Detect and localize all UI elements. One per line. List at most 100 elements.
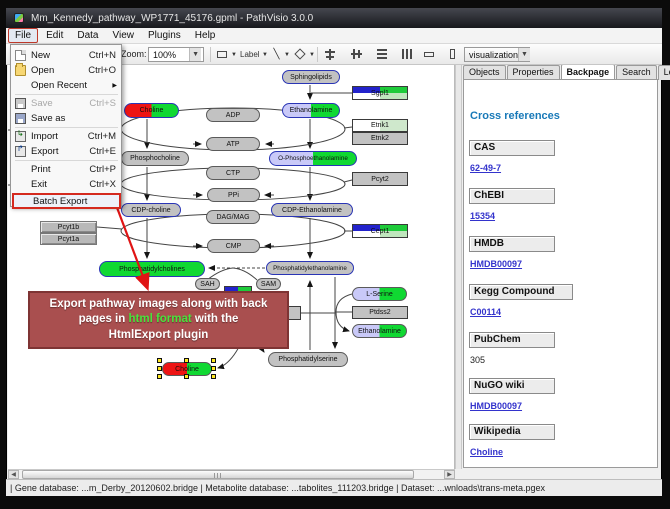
node-cdp-ethanolamine[interactable]: CDP-Ethanolamine <box>271 203 353 217</box>
tab-properties[interactable]: Properties <box>507 65 560 80</box>
panel-splitter[interactable] <box>455 65 462 469</box>
tab-search[interactable]: Search <box>616 65 657 80</box>
chevron-down-icon[interactable]: ▼ <box>518 48 530 61</box>
node-dag-mag[interactable]: DAG/MAG <box>206 210 260 224</box>
scrollbar-thumb[interactable] <box>22 470 414 479</box>
node-ethanolamine[interactable]: Ethanolamine <box>282 103 340 118</box>
status-text: | Gene database: ...m_Derby_20120602.bri… <box>6 483 545 493</box>
line-tool-icon[interactable]: ╲ <box>270 47 283 62</box>
xref-link-hmdb[interactable]: HMDB00097 <box>470 259 522 269</box>
xref-link-kegg[interactable]: C00114 <box>470 307 501 317</box>
gene-node-ptdss2[interactable]: Ptdss2 <box>352 306 408 319</box>
gene-node-pcyt1b[interactable]: Pcyt1b <box>40 221 97 233</box>
title-bar[interactable]: Mm_Kennedy_pathway_WP1771_45176.gpml - P… <box>6 8 662 28</box>
menu-help[interactable]: Help <box>189 29 222 42</box>
label-tool-icon[interactable]: Label <box>239 48 261 61</box>
node-ethanolamine-2[interactable]: Ethanolamine <box>352 324 407 338</box>
chevron-down-icon[interactable]: ▼ <box>189 48 201 61</box>
menu-bar: File Edit Data View Plugins Help <box>6 28 662 44</box>
selection-handle[interactable] <box>157 374 162 379</box>
blank-icon <box>17 196 28 207</box>
selection-handle[interactable] <box>157 358 162 363</box>
backpage-content: Cross references CAS 62-49-7 ChEBI 15354… <box>463 79 658 468</box>
node-sam[interactable]: SAM <box>256 278 281 290</box>
distribute-horizontal-icon[interactable] <box>399 47 415 62</box>
file-menu-item-save[interactable]: Save Ctrl+S <box>12 96 121 111</box>
common-width-icon[interactable] <box>421 47 437 62</box>
file-menu-item-open-recent[interactable]: Open Recent ▶ <box>12 78 121 93</box>
file-menu-item-export[interactable]: Export Ctrl+E <box>12 144 121 159</box>
file-menu-item-batch-export[interactable]: Batch Export <box>12 193 121 209</box>
menu-data[interactable]: Data <box>71 29 104 42</box>
gene-node-pcyt2[interactable]: Pcyt2 <box>352 172 408 186</box>
tab-backpage[interactable]: Backpage <box>561 64 616 79</box>
file-menu-item-exit[interactable]: Exit Ctrl+X <box>12 177 121 192</box>
canvas-horizontal-scrollbar[interactable]: ◀ ▶ <box>8 469 455 479</box>
gene-node-cept1[interactable]: Cept1 <box>352 224 408 238</box>
xref-link-cas[interactable]: 62-49-7 <box>470 163 501 173</box>
import-icon <box>15 131 26 142</box>
gene-tool-dropdown-icon[interactable]: ▼ <box>231 52 237 58</box>
align-center-y-icon[interactable] <box>348 47 364 62</box>
node-atp[interactable]: ATP <box>206 137 260 151</box>
file-menu-item-print[interactable]: Print Ctrl+P <box>12 162 121 177</box>
selection-handle[interactable] <box>184 374 189 379</box>
align-center-x-icon[interactable] <box>322 47 338 62</box>
menu-file[interactable]: File <box>8 28 38 43</box>
app-icon <box>14 13 24 23</box>
file-menu-item-new[interactable]: New Ctrl+N <box>12 48 121 63</box>
node-sah[interactable]: SAH <box>195 278 220 290</box>
gene-node-etnk1[interactable]: Etnk1 <box>352 119 408 132</box>
scrollbar-grip <box>214 473 222 478</box>
gene-node-etnk2[interactable]: Etnk2 <box>352 132 408 145</box>
selection-handle[interactable] <box>157 366 162 371</box>
gene-node-pcyt1a[interactable]: Pcyt1a <box>40 233 97 245</box>
toolbar-separator <box>210 47 211 62</box>
line-tool-dropdown-icon[interactable]: ▼ <box>284 52 290 58</box>
selection-handle[interactable] <box>211 358 216 363</box>
distribute-vertical-icon[interactable] <box>374 47 390 62</box>
tab-objects[interactable]: Objects <box>463 65 506 80</box>
tab-legend[interactable]: Legend <box>658 65 670 80</box>
scroll-right-icon[interactable]: ▶ <box>444 470 455 479</box>
label-tool-dropdown-icon[interactable]: ▼ <box>262 52 268 58</box>
xref-link-nugo[interactable]: HMDB00097 <box>470 401 522 411</box>
window-title: Mm_Kennedy_pathway_WP1771_45176.gpml - P… <box>31 13 313 24</box>
node-choline[interactable]: Choline <box>124 103 179 118</box>
xref-link-wikipedia[interactable]: Choline <box>470 447 503 457</box>
shape-tool-icon[interactable] <box>293 47 308 62</box>
menu-plugins[interactable]: Plugins <box>142 29 187 42</box>
file-menu-item-import[interactable]: Import Ctrl+M <box>12 129 121 144</box>
zoom-combobox[interactable]: 100%▼ <box>148 47 204 62</box>
scroll-left-icon[interactable]: ◀ <box>8 470 19 479</box>
shape-tool-dropdown-icon[interactable]: ▼ <box>309 52 315 58</box>
file-menu-item-open[interactable]: Open Ctrl+O <box>12 63 121 78</box>
node-adp[interactable]: ADP <box>206 108 260 122</box>
selection-handle[interactable] <box>211 366 216 371</box>
node-phosphatidylethanolamine[interactable]: Phosphatidylethanolamine <box>266 261 354 275</box>
panel-tabs: Objects Properties Backpage Search Legen… <box>463 65 670 80</box>
node-cmp[interactable]: CMP <box>207 239 260 253</box>
node-cdp-choline[interactable]: CDP-choline <box>121 203 181 217</box>
menu-edit[interactable]: Edit <box>40 29 69 42</box>
node-ctp[interactable]: CTP <box>206 166 260 180</box>
blank-icon <box>15 164 26 175</box>
common-height-icon[interactable] <box>444 47 460 62</box>
visualization-combobox[interactable]: visualization▼ <box>464 47 530 62</box>
menu-view[interactable]: View <box>106 29 140 42</box>
node-ppi[interactable]: PPi <box>207 188 260 202</box>
node-sphingolipids[interactable]: Sphingolipids <box>282 70 340 84</box>
selection-handle[interactable] <box>211 374 216 379</box>
xref-link-chebi[interactable]: 15354 <box>470 211 495 221</box>
node-phosphatidylserine[interactable]: Phosphatidylserine <box>268 352 348 367</box>
annotation-line-1: Export pathway images along with back <box>30 297 287 313</box>
xref-header-kegg: Kegg Compound <box>469 284 573 300</box>
gene-node-sgpl1[interactable]: Sgpl1 <box>352 86 408 100</box>
node-phosphocholine[interactable]: Phosphocholine <box>121 151 189 166</box>
node-l-serine[interactable]: L-Serine <box>352 287 407 301</box>
gene-product-tool-icon[interactable] <box>214 47 230 62</box>
node-o-phosphoethanolamine[interactable]: O-Phosphoethanolamine <box>269 151 357 166</box>
node-phosphatidylcholines[interactable]: Phosphatidylcholines <box>99 261 205 277</box>
selection-handle[interactable] <box>184 358 189 363</box>
file-menu-item-save-as[interactable]: Save as <box>12 111 121 126</box>
